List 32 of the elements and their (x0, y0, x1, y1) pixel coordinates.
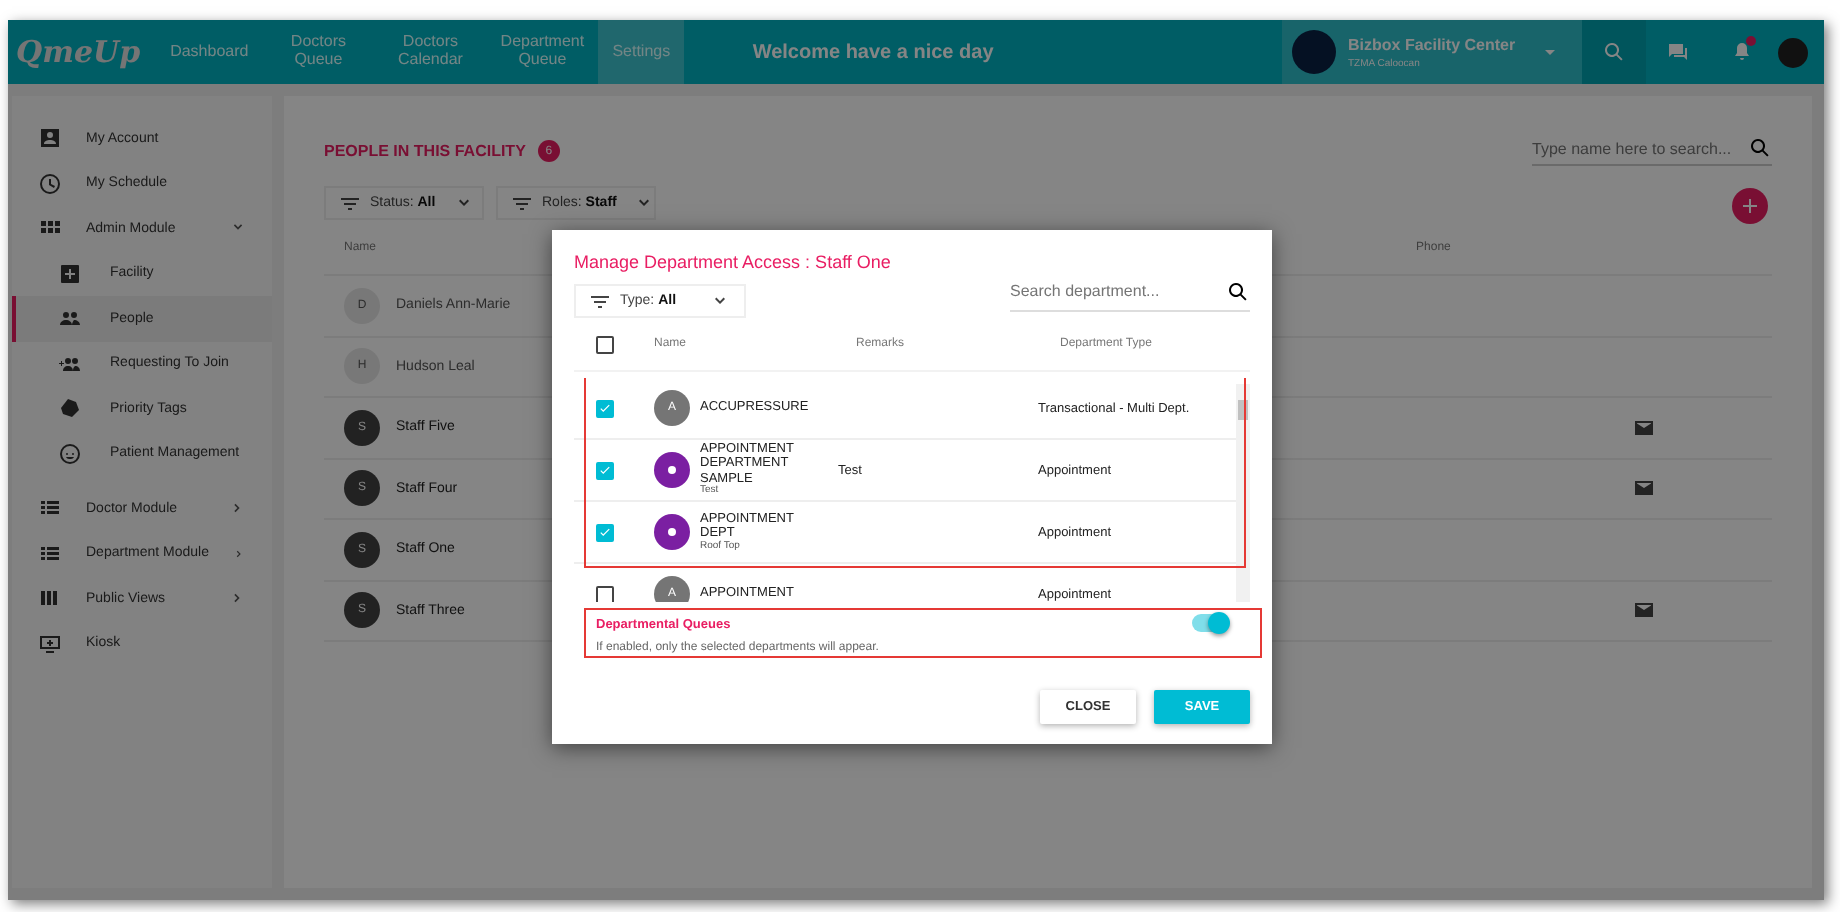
checkbox[interactable] (596, 399, 614, 417)
checkbox[interactable] (596, 523, 614, 541)
list-icon (38, 541, 62, 566)
welcome-text: Welcome have a nice day (750, 41, 996, 63)
account-icon (38, 126, 62, 151)
facility-logo (1292, 30, 1336, 74)
monitor-icon (38, 631, 62, 656)
search-button[interactable] (1582, 20, 1646, 84)
dialog-title: Manage Department Access : Staff One (574, 252, 893, 272)
mail-icon[interactable] (1632, 598, 1656, 623)
toggle-switch[interactable] (1192, 614, 1228, 632)
chat-icon (1666, 40, 1690, 64)
face-icon (58, 441, 82, 466)
search-icon (1602, 40, 1626, 64)
user-avatar[interactable] (1778, 37, 1808, 67)
mail-icon[interactable] (1632, 415, 1656, 440)
add-button[interactable] (1732, 188, 1768, 224)
plus-box-icon (58, 261, 82, 286)
columns-icon (38, 586, 62, 611)
clock-icon (38, 171, 62, 196)
search-icon (1748, 136, 1772, 160)
mail-icon[interactable] (1632, 476, 1656, 501)
search-field[interactable]: Type name here to search... (1532, 139, 1748, 157)
bell-icon (1730, 40, 1754, 64)
checkbox[interactable] (596, 585, 614, 602)
checkbox[interactable] (596, 461, 614, 479)
page-title: PEOPLE IN THIS FACILITY (324, 142, 526, 160)
plus-icon (1738, 194, 1762, 218)
search-icon (1226, 279, 1250, 303)
logo: QmeUp (16, 34, 141, 70)
people-icon (58, 306, 82, 331)
checkbox[interactable] (596, 335, 614, 353)
